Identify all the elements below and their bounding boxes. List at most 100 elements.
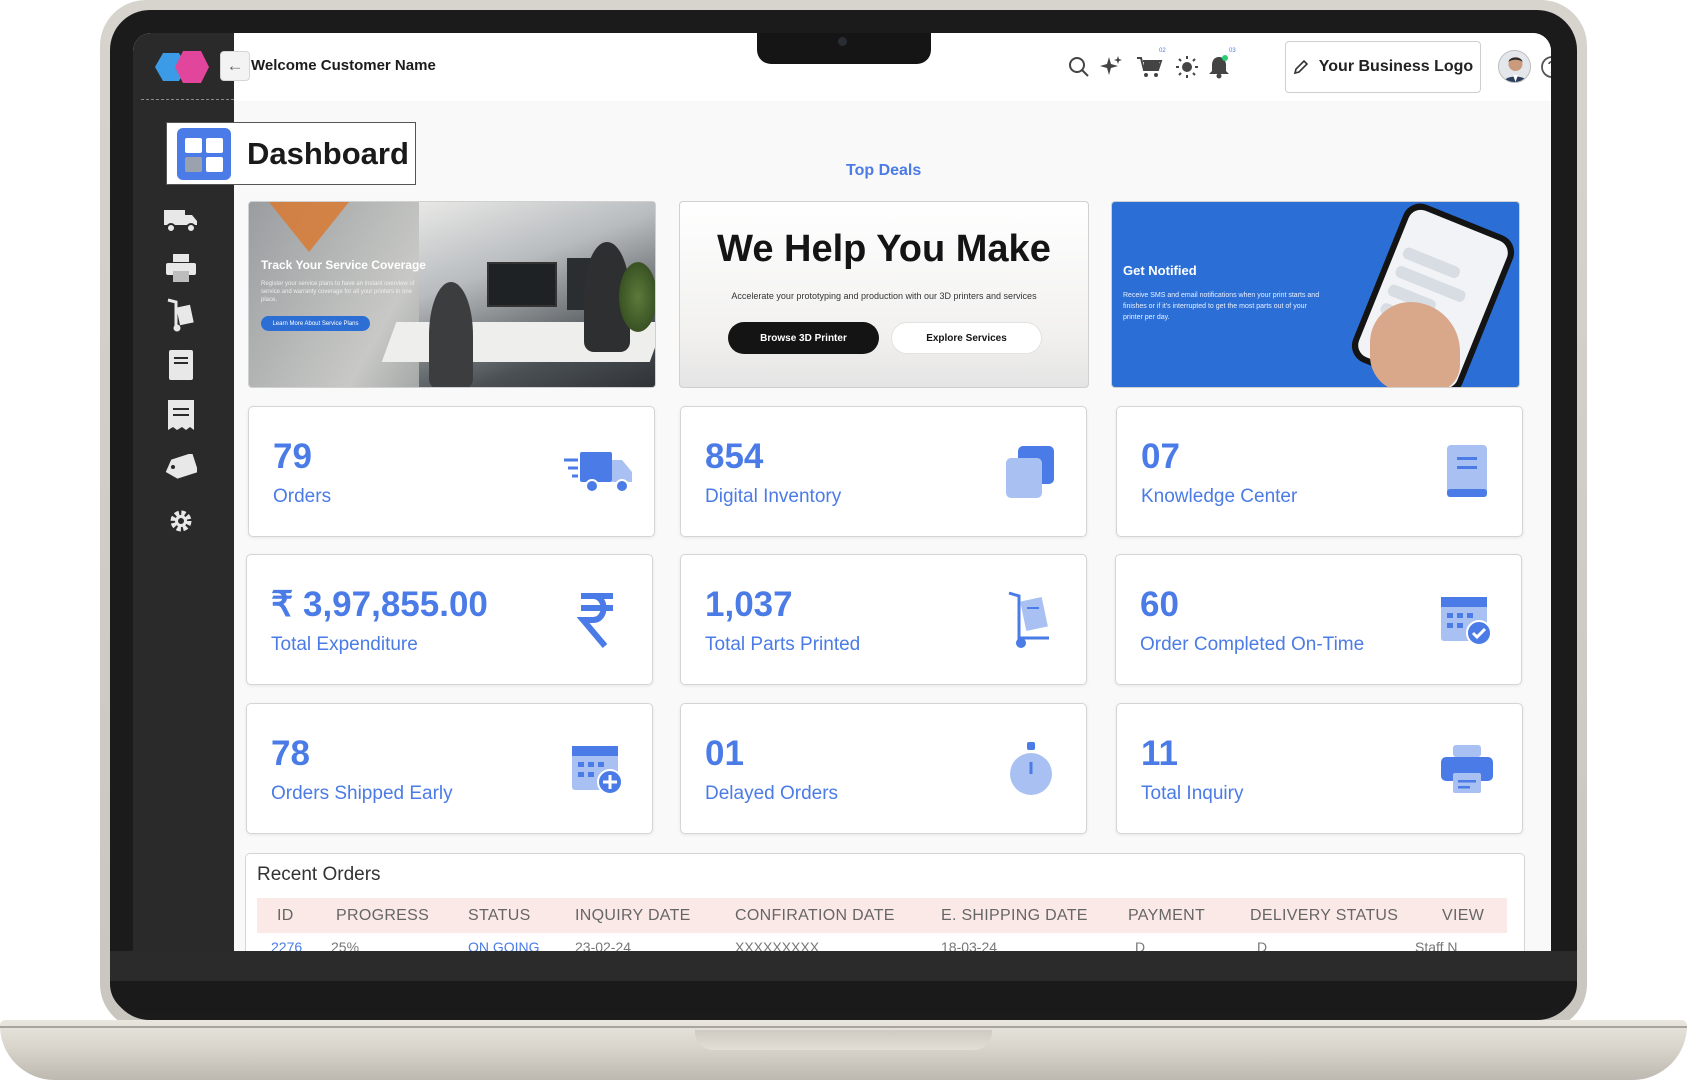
explore-services-button[interactable]: Explore Services — [891, 322, 1042, 354]
banner-title: We Help You Make — [717, 228, 1051, 270]
top-deals-heading: Top Deals — [846, 162, 922, 179]
office-plant — [619, 262, 655, 332]
book-icon — [1432, 443, 1502, 501]
sidebar-item-deals[interactable] — [163, 449, 199, 485]
table-cell: XXXXXXXXX — [735, 939, 820, 951]
stat-value: 79 — [273, 437, 312, 476]
column-header[interactable]: PAYMENT — [1128, 907, 1205, 925]
sidebar-item-parts[interactable] — [163, 297, 199, 333]
deal-banner-service-coverage[interactable]: Track Your Service Coverage Register you… — [248, 201, 656, 388]
laptop-hinge — [0, 1026, 1687, 1028]
column-header[interactable]: ID — [277, 907, 294, 925]
column-header[interactable]: STATUS — [468, 907, 531, 925]
stat-card-digital-inventory[interactable]: 854 Digital Inventory — [680, 406, 1087, 537]
stat-value: 01 — [705, 734, 744, 773]
order-id-link[interactable]: 2276 — [271, 939, 302, 951]
table-cell: 23-02-24 — [575, 939, 632, 951]
printer-icon — [166, 254, 196, 282]
cart-icon — [1137, 57, 1163, 77]
browse-3d-printer-button[interactable]: Browse 3D Printer — [728, 322, 879, 354]
office-monitor — [487, 262, 557, 307]
stat-value: ₹ 3,97,855.00 — [271, 585, 488, 624]
stat-value: 07 — [1141, 437, 1180, 476]
table-cell: D — [1135, 939, 1146, 951]
cart-button[interactable]: 02 — [1133, 48, 1167, 81]
laptop-chin — [110, 951, 1577, 981]
stat-card-orders[interactable]: 79 Orders — [248, 406, 655, 537]
help-icon[interactable] — [1540, 55, 1551, 79]
stat-label: Total Expenditure — [271, 634, 418, 655]
rupee-icon — [562, 591, 632, 649]
dashboard-title[interactable]: Dashboard — [166, 122, 416, 185]
stat-card-total-expenditure[interactable]: ₹ 3,97,855.00 Total Expenditure — [246, 554, 653, 685]
decor-shape — [269, 202, 349, 252]
laptop-base — [0, 1020, 1687, 1080]
stat-card-order-completed-on-time[interactable]: 60 Order Completed On-Time — [1115, 554, 1522, 685]
laptop-chin-lower — [110, 981, 1577, 1014]
status-badge: ON GOING — [468, 939, 540, 951]
avatar[interactable] — [1498, 50, 1531, 83]
search-button[interactable] — [1065, 53, 1093, 81]
banner-subtitle: Accelerate your prototyping and producti… — [731, 291, 1037, 301]
stat-label: Orders — [273, 486, 332, 507]
column-header[interactable]: DELIVERY STATUS — [1250, 907, 1398, 925]
camera-icon — [838, 37, 847, 46]
business-logo-button[interactable]: Your Business Logo — [1285, 41, 1481, 93]
deal-banner-we-help-you-make[interactable]: We Help You Make Accelerate your prototy… — [679, 201, 1089, 388]
screen: ← Welcome Customer Name 02 03 Your Busin… — [133, 33, 1551, 951]
learn-more-button[interactable]: Learn More About Service Plans — [261, 316, 370, 331]
column-header[interactable]: CONFIRATION DATE — [735, 907, 895, 925]
sidebar-item-knowledge[interactable] — [163, 347, 199, 383]
deal-banner-get-notified[interactable]: Get Notified Receive SMS and email notif… — [1111, 201, 1520, 388]
recent-orders-panel: Recent Orders ID PROGRESS STATUS INQUIRY… — [245, 853, 1525, 951]
book-icon — [169, 350, 193, 380]
sidebar-collapse-button[interactable]: ← — [220, 51, 250, 81]
deal-tag-icon — [165, 454, 197, 479]
gear-icon — [170, 510, 192, 532]
view-link[interactable]: Staff N — [1415, 939, 1458, 951]
stat-value: 1,037 — [705, 585, 793, 624]
banner-text: Receive SMS and email notifications when… — [1123, 292, 1320, 321]
sparkle-icon — [1100, 56, 1122, 75]
sidebar-item-settings[interactable] — [163, 503, 199, 539]
ai-sparkle-button[interactable] — [1097, 53, 1125, 81]
pencil-icon — [1293, 59, 1308, 75]
column-header[interactable]: VIEW — [1442, 907, 1484, 925]
column-header[interactable]: E. SHIPPING DATE — [941, 907, 1088, 925]
printer-icon — [1432, 740, 1502, 798]
hand-truck-icon — [167, 298, 194, 332]
brand-logo[interactable] — [147, 47, 215, 87]
calendar-plus-icon — [562, 740, 632, 798]
stat-label: Total Inquiry — [1141, 783, 1244, 804]
recent-orders-title: Recent Orders — [257, 864, 381, 885]
stat-card-total-inquiry[interactable]: 11 Total Inquiry — [1116, 703, 1523, 834]
hand-truck-icon — [996, 591, 1066, 649]
stat-label: Delayed Orders — [705, 783, 839, 804]
stat-card-orders-shipped-early[interactable]: 78 Orders Shipped Early — [246, 703, 653, 834]
search-icon — [1069, 57, 1089, 77]
business-logo-label: Your Business Logo — [1318, 58, 1474, 75]
table-row[interactable]: 2276 25% ON GOING 23-02-24 XXXXXXXXX 18-… — [257, 939, 1507, 951]
table-cell: 18-03-24 — [941, 939, 998, 951]
column-header[interactable]: PROGRESS — [336, 907, 429, 925]
column-header[interactable]: INQUIRY DATE — [575, 907, 691, 925]
sun-icon — [1176, 56, 1198, 78]
receipt-icon — [168, 400, 194, 430]
stat-card-knowledge-center[interactable]: 07 Knowledge Center — [1116, 406, 1523, 537]
delivery-truck-icon — [564, 443, 634, 501]
stat-value: 60 — [1140, 585, 1179, 624]
office-person — [429, 282, 473, 387]
sidebar-item-invoices[interactable] — [163, 397, 199, 433]
theme-toggle-button[interactable] — [1173, 53, 1201, 81]
welcome-text: Welcome Customer Name — [251, 57, 436, 74]
sidebar-item-printers[interactable] — [163, 250, 199, 286]
stat-value: 854 — [705, 437, 764, 476]
notifications-button[interactable]: 03 — [1205, 48, 1236, 81]
stat-card-total-parts-printed[interactable]: 1,037 Total Parts Printed — [680, 554, 1087, 685]
laptop-opening-notch — [695, 1030, 992, 1050]
stat-card-delayed-orders[interactable]: 01 Delayed Orders — [680, 703, 1087, 834]
bell-icon — [1209, 55, 1229, 79]
calendar-check-icon — [1431, 591, 1501, 649]
sidebar-item-orders[interactable] — [163, 203, 199, 239]
table-cell: 25% — [331, 939, 360, 951]
